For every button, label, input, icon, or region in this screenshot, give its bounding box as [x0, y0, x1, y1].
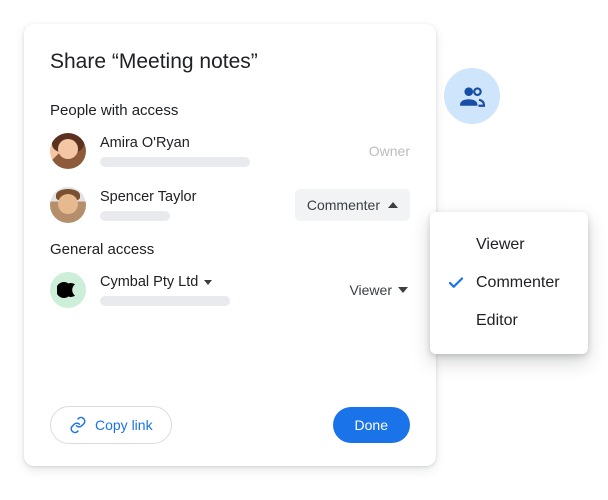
check-icon [446, 274, 466, 292]
org-name: Cymbal Pty Ltd [100, 274, 198, 290]
dialog-title: Share “Meeting notes” [50, 50, 410, 74]
org-info: Cymbal Pty Ltd [100, 274, 333, 306]
role-option-label: Editor [476, 312, 518, 330]
general-role-dropdown[interactable]: Viewer [347, 278, 410, 302]
role-option-label: Viewer [476, 236, 525, 254]
person-row: Spencer Taylor Commenter [50, 187, 410, 223]
org-scope-selector[interactable]: Cymbal Pty Ltd [100, 274, 333, 290]
role-option-editor[interactable]: Editor [430, 302, 588, 340]
avatar [50, 187, 86, 223]
caret-down-icon [204, 280, 212, 285]
people-with-access-label: People with access [50, 102, 410, 119]
role-owner-label: Owner [369, 143, 410, 159]
person-row: Amira O'Ryan Owner [50, 133, 410, 169]
person-name: Amira O'Ryan [100, 135, 355, 151]
placeholder-line [100, 157, 250, 167]
general-access-row: Cymbal Pty Ltd Viewer [50, 272, 410, 308]
general-role-label: Viewer [349, 282, 392, 298]
person-info: Amira O'Ryan [100, 135, 355, 167]
role-option-viewer[interactable]: Viewer [430, 226, 588, 264]
done-button[interactable]: Done [333, 407, 410, 443]
role-dropdown-trigger[interactable]: Commenter [295, 189, 410, 221]
person-info: Spencer Taylor [100, 189, 281, 221]
dialog-footer: Copy link Done [50, 406, 410, 444]
role-dropdown-label: Commenter [307, 197, 380, 213]
caret-down-icon [398, 287, 408, 293]
placeholder-line [100, 296, 230, 306]
role-option-label: Commenter [476, 274, 560, 292]
share-dialog: Share “Meeting notes” People with access… [24, 24, 436, 466]
person-name: Spencer Taylor [100, 189, 281, 205]
role-dropdown-menu: Viewer Commenter Editor [430, 212, 588, 354]
copy-link-label: Copy link [95, 417, 153, 433]
copy-link-button[interactable]: Copy link [50, 406, 172, 444]
people-badge [444, 68, 500, 124]
cymbal-logo-icon [57, 282, 79, 298]
placeholder-line [100, 211, 170, 221]
caret-up-icon [388, 202, 398, 208]
role-option-commenter[interactable]: Commenter [430, 264, 588, 302]
avatar [50, 133, 86, 169]
link-icon [69, 416, 87, 434]
org-avatar [50, 272, 86, 308]
people-icon [459, 83, 485, 109]
general-access-label: General access [50, 241, 410, 258]
